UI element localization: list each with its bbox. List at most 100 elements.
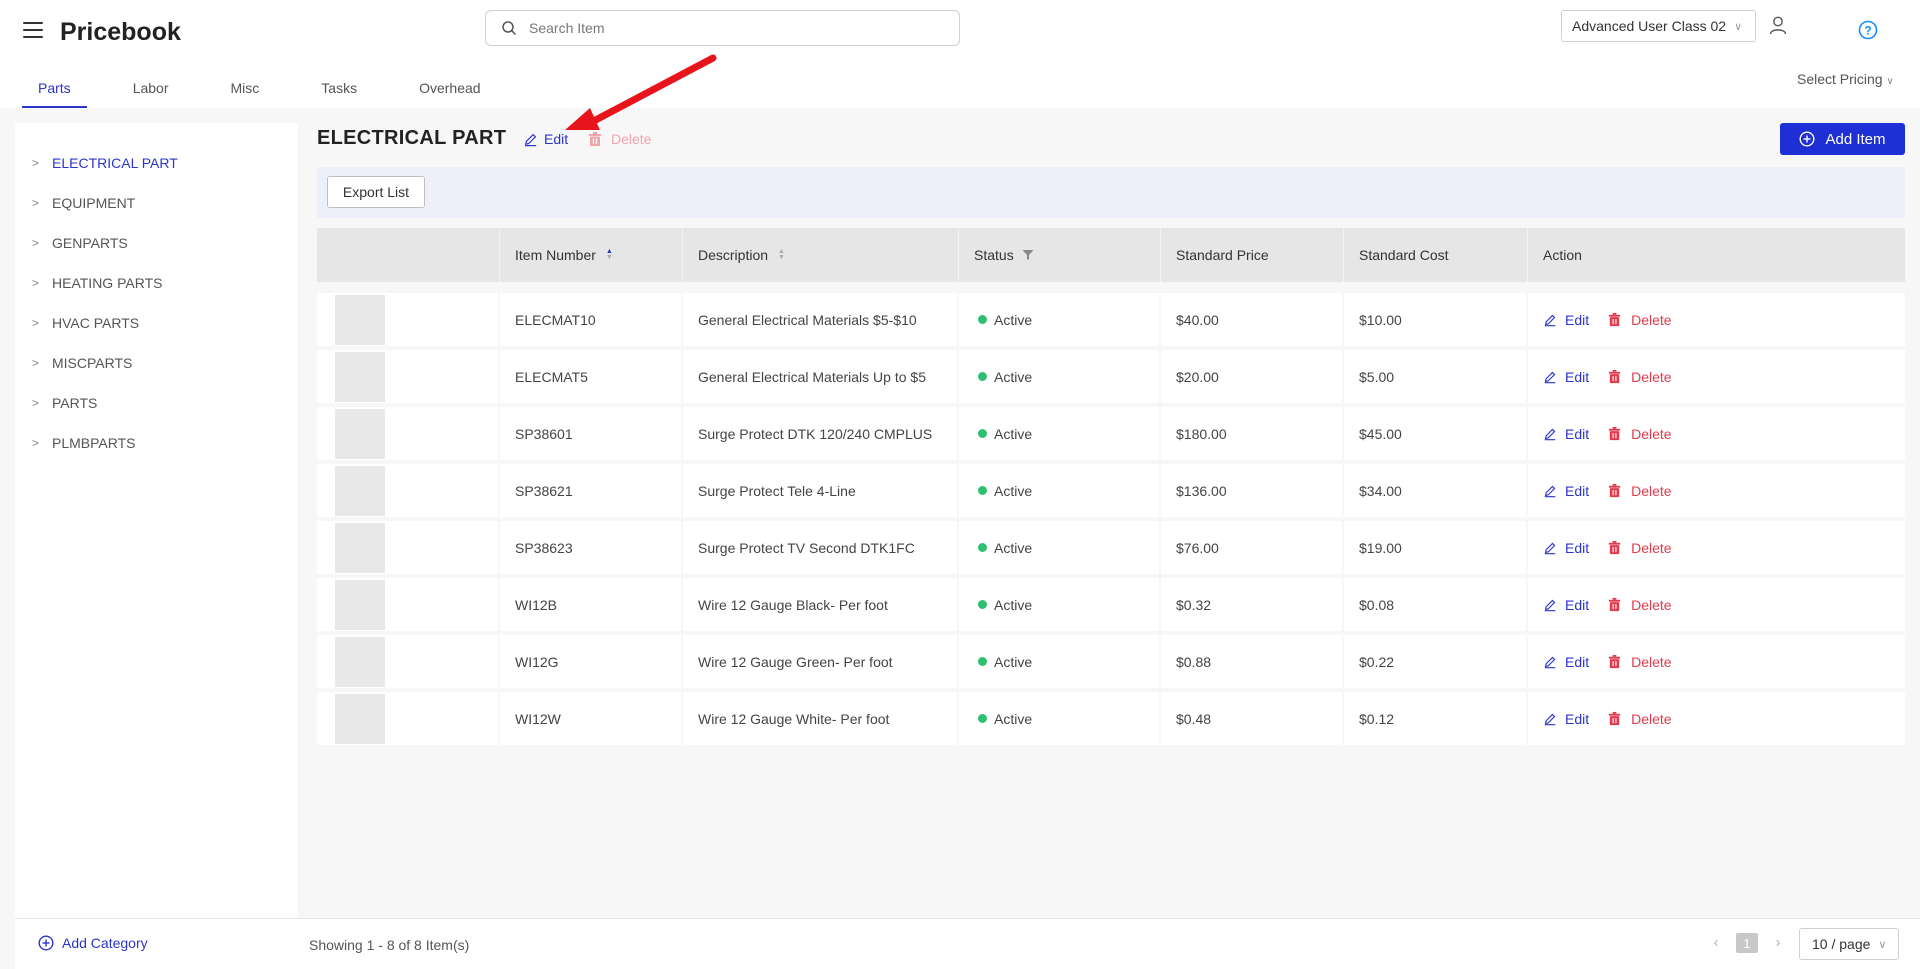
select-pricing-dropdown[interactable]: Select Pricing ∨ — [1797, 71, 1894, 87]
export-list-button[interactable]: Export List — [327, 176, 425, 208]
row-edit-label: Edit — [1565, 596, 1590, 613]
column-header-label: Description — [698, 247, 769, 263]
row-delete-label: Delete — [1631, 596, 1672, 613]
category-label: GENPARTS — [52, 235, 128, 251]
row-delete-button[interactable]: Delete — [1607, 312, 1672, 328]
item-number-cell: SP38621 — [500, 464, 683, 517]
category-item[interactable]: > HEATING PARTS — [15, 263, 298, 303]
annotation-arrow-icon — [565, 54, 717, 130]
status-label: Active — [994, 710, 1033, 727]
row-edit-button[interactable]: Edit — [1543, 483, 1589, 499]
tab-labor[interactable]: Labor — [117, 70, 185, 108]
column-header-item-number[interactable]: Item Number ▲ ▼ — [500, 228, 683, 282]
user-class-value: Advanced User Class 02 — [1572, 18, 1727, 34]
action-cell: Edit Delete — [1528, 407, 1905, 460]
tab-overhead[interactable]: Overhead — [403, 70, 496, 108]
table-row[interactable]: ELECMAT10 General Electrical Materials $5… — [317, 293, 1905, 346]
search-box[interactable] — [485, 10, 960, 46]
row-delete-label: Delete — [1631, 539, 1672, 556]
category-item[interactable]: > PARTS — [15, 383, 298, 423]
category-item[interactable]: > PLMBPARTS — [15, 423, 298, 463]
add-item-button[interactable]: Add Item — [1780, 123, 1905, 155]
table-row[interactable]: WI12W Wire 12 Gauge White- Per foot Active… — [317, 692, 1905, 745]
tab-misc[interactable]: Misc — [215, 70, 276, 108]
row-delete-button[interactable]: Delete — [1607, 654, 1672, 670]
table-row[interactable]: SP38601 Surge Protect DTK 120/240 CMPLUS A… — [317, 407, 1905, 460]
table-row[interactable]: SP38621 Surge Protect Tele 4-Line Active $1… — [317, 464, 1905, 517]
row-delete-button[interactable]: Delete — [1607, 369, 1672, 385]
user-class-select[interactable]: Advanced User Class 02 ∨ — [1561, 10, 1756, 42]
column-header-description[interactable]: Description ▲ ▼ — [683, 228, 959, 282]
row-delete-button[interactable]: Delete — [1607, 596, 1672, 613]
filter-icon[interactable] — [1022, 249, 1034, 261]
status-dot-icon — [978, 600, 987, 609]
table-row[interactable]: WI12B Wire 12 Gauge Black- Per foot Active… — [317, 578, 1905, 631]
row-edit-button[interactable]: Edit — [1543, 597, 1589, 613]
category-item[interactable]: > GENPARTS — [15, 223, 298, 263]
row-edit-button[interactable]: Edit — [1543, 654, 1589, 670]
status-dot-icon — [978, 657, 987, 666]
help-icon[interactable]: ? — [1858, 20, 1878, 40]
status-cell: Active — [959, 578, 1161, 631]
item-thumbnail — [335, 465, 385, 516]
item-thumbnail — [335, 408, 385, 459]
user-icon[interactable] — [1768, 15, 1788, 35]
description-cell: Surge Protect DTK 120/240 CMPLUS — [683, 407, 959, 460]
action-cell: Edit Delete — [1528, 521, 1905, 574]
row-delete-button[interactable]: Delete — [1607, 710, 1672, 727]
search-input[interactable] — [529, 20, 929, 36]
row-edit-label: Edit — [1565, 368, 1590, 385]
row-edit-button[interactable]: Edit — [1543, 540, 1589, 556]
select-pricing-label: Select Pricing — [1797, 71, 1883, 87]
trash-icon — [1609, 483, 1621, 498]
page-size-select[interactable]: 10 / page ∨ — [1799, 928, 1899, 960]
row-edit-button[interactable]: Edit — [1543, 711, 1589, 727]
add-category-button[interactable]: Add Category — [38, 935, 148, 951]
prev-page-icon[interactable]: ‹ — [1706, 934, 1726, 952]
row-edit-button[interactable]: Edit — [1543, 312, 1589, 328]
row-delete-label: Delete — [1631, 710, 1672, 727]
sort-icon[interactable]: ▲ ▼ — [606, 248, 613, 261]
trash-icon — [1609, 540, 1621, 555]
hamburger-icon[interactable] — [23, 22, 43, 38]
table-row[interactable]: ELECMAT5 General Electrical Materials Up … — [317, 350, 1905, 403]
standard-price-cell: $0.48 — [1161, 692, 1344, 745]
row-edit-button[interactable]: Edit — [1543, 426, 1589, 442]
row-edit-button[interactable]: Edit — [1543, 369, 1589, 385]
item-image-cell — [317, 692, 500, 745]
row-delete-label: Delete — [1631, 425, 1672, 442]
row-delete-button[interactable]: Delete — [1607, 425, 1672, 442]
row-edit-label: Edit — [1565, 710, 1590, 727]
row-delete-button[interactable]: Delete — [1607, 483, 1672, 499]
table-row[interactable]: WI12G Wire 12 Gauge Green- Per foot Active… — [317, 635, 1905, 688]
standard-price-cell: $136.00 — [1161, 464, 1344, 517]
next-page-icon[interactable]: › — [1768, 934, 1788, 952]
standard-cost-cell: $45.00 — [1344, 407, 1528, 460]
column-header-status[interactable]: Status — [959, 228, 1161, 282]
tab-tasks[interactable]: Tasks — [305, 70, 373, 108]
category-item[interactable]: > ELECTRICAL PART — [15, 143, 298, 183]
description-cell: Wire 12 Gauge Green- Per foot — [683, 635, 959, 688]
item-image-cell — [317, 350, 500, 403]
chevron-right-icon: > — [32, 316, 40, 330]
standard-cost-cell: $5.00 — [1344, 350, 1528, 403]
item-thumbnail — [335, 522, 385, 573]
category-item[interactable]: > MISCPARTS — [15, 343, 298, 383]
item-number-cell: WI12G — [500, 635, 683, 688]
category-label: PARTS — [52, 395, 98, 411]
category-item[interactable]: > EQUIPMENT — [15, 183, 298, 223]
page-number-button[interactable]: 1 — [1736, 933, 1758, 953]
category-item[interactable]: > HVAC PARTS — [15, 303, 298, 343]
status-dot-icon — [978, 372, 987, 381]
search-icon — [502, 21, 517, 36]
row-delete-button[interactable]: Delete — [1607, 539, 1672, 556]
status-label: Active — [994, 539, 1033, 556]
description-cell: Wire 12 Gauge White- Per foot — [683, 692, 959, 745]
table-row[interactable]: SP38623 Surge Protect TV Second DTK1FC Act… — [317, 521, 1905, 574]
sort-icon[interactable]: ▲ ▼ — [778, 248, 785, 261]
tab-parts[interactable]: Parts — [22, 70, 87, 108]
chevron-right-icon: > — [32, 236, 40, 250]
showing-count: Showing 1 - 8 of 8 Item(s) — [309, 937, 470, 953]
edit-icon — [1544, 314, 1556, 326]
table-body: ELECMAT10 General Electrical Materials $5… — [317, 293, 1905, 749]
